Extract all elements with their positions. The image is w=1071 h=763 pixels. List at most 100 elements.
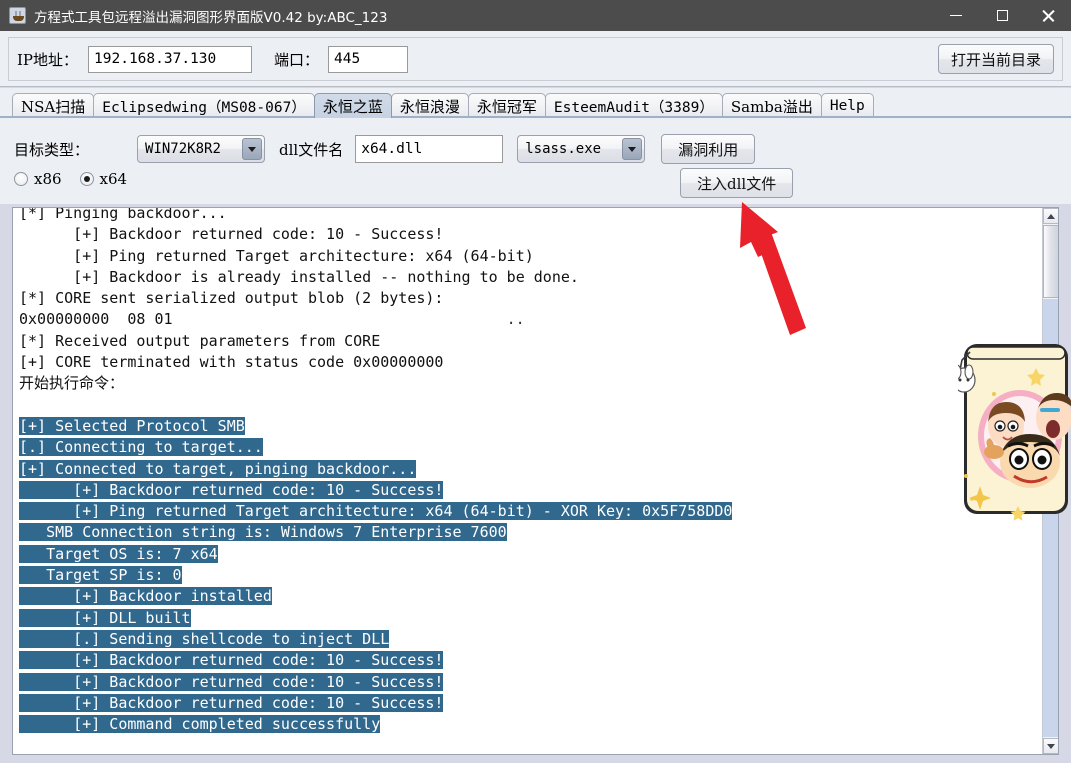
- ip-address-input[interactable]: [88, 45, 253, 73]
- console-line-text: [+] Backdoor is already installed -- not…: [19, 267, 579, 286]
- console-line-text: [*] CORE sent serialized output blob (2 …: [19, 289, 444, 308]
- console-line-text: [*] Pinging backdoor...: [19, 207, 227, 222]
- console-line-text: [.] Sending shellcode to inject DLL: [19, 629, 390, 648]
- target-process-value: lsass.exe: [525, 141, 602, 157]
- dll-filename-input[interactable]: [355, 135, 504, 163]
- exploit-options-panel: 目标类型： WIN72K8R2 dll文件名 lsass.exe 漏洞利用 x8…: [0, 118, 1071, 204]
- dll-filename-label: dll文件名: [279, 140, 344, 159]
- exploit-options-row-1: 目标类型： WIN72K8R2 dll文件名 lsass.exe 漏洞利用: [0, 134, 756, 164]
- radio-x86-label: x86: [34, 170, 62, 188]
- console-line: [+] Backdoor returned code: 10 - Success…: [19, 650, 1029, 671]
- console-line: [.] Connecting to target...: [19, 437, 1029, 458]
- tab-2[interactable]: Eclipsedwing（MS08-067）: [93, 93, 315, 118]
- console-line: [.] Sending shellcode to inject DLL: [19, 629, 1029, 650]
- scroll-down-button[interactable]: [1043, 738, 1058, 754]
- console-line-text: [+] Backdoor installed: [19, 587, 272, 606]
- console-line: [+] Backdoor returned code: 10 - Success…: [19, 693, 1029, 714]
- minimize-icon: [950, 14, 962, 17]
- java-coffee-cup-icon: [9, 7, 26, 24]
- console-line: [+] Ping returned Target architecture: x…: [19, 246, 1029, 267]
- connection-toolbar: IP地址： 端口： 打开当前目录: [0, 31, 1071, 87]
- target-process-select[interactable]: lsass.exe: [517, 135, 646, 163]
- port-input[interactable]: [328, 45, 409, 73]
- console-hex-ascii: ..: [506, 310, 525, 329]
- console-line-text: [.] Connecting to target...: [19, 438, 263, 457]
- title-bar: 方程式工具包远程溢出漏洞图形界面版V0.42 by:ABC_123: [0, 0, 1071, 31]
- console-line: [+] CORE terminated with status code 0x0…: [19, 352, 1029, 373]
- console-line-text: [+] Connected to target, pinging backdoo…: [19, 459, 417, 478]
- console-line-text: SMB Connection string is: Windows 7 Ente…: [19, 523, 507, 542]
- console-line-text: [+] CORE terminated with status code 0x0…: [19, 353, 444, 372]
- target-type-select[interactable]: WIN72K8R2: [137, 135, 266, 163]
- open-current-directory-button[interactable]: 打开当前目录: [937, 44, 1054, 74]
- console-line: 开始执行命令：: [19, 373, 1029, 394]
- console-line: [+] DLL built: [19, 608, 1029, 629]
- console-line-text: [+] Backdoor returned code: 10 - Success…: [19, 651, 444, 670]
- radio-option-x86[interactable]: x86: [14, 170, 62, 188]
- console-line: [+] Backdoor installed: [19, 586, 1029, 607]
- radio-x64-indicator[interactable]: [79, 172, 94, 186]
- scrollbar-thumb[interactable]: [1043, 225, 1058, 298]
- scroll-up-button[interactable]: [1043, 208, 1058, 224]
- console-line: [+] Backdoor returned code: 10 - Success…: [19, 672, 1029, 693]
- maximize-icon: [996, 10, 1008, 21]
- exploit-button[interactable]: 漏洞利用: [661, 134, 756, 164]
- console-line-text: [+] Backdoor returned code: 10 - Success…: [19, 693, 444, 712]
- ip-address-label: IP地址：: [17, 50, 79, 69]
- console-line: 0x00000000 08 01..: [19, 309, 1029, 330]
- tab-list: NSA扫描 Eclipsedwing（MS08-067） 永恒之蓝 永恒浪漫 永恒冠军 E…: [12, 92, 874, 118]
- tab-5[interactable]: 永恒冠军: [467, 93, 546, 118]
- console-line-text: [+] DLL built: [19, 608, 191, 627]
- minimize-button[interactable]: [933, 0, 979, 31]
- console-line: [*] CORE sent serialized output blob (2 …: [19, 288, 1029, 309]
- console-line-text: [+] Ping returned Target architecture: x…: [19, 246, 534, 265]
- radio-x86-indicator[interactable]: [14, 172, 28, 186]
- tab-4[interactable]: 永恒浪漫: [390, 93, 469, 118]
- tab-3[interactable]: 永恒之蓝: [313, 93, 392, 118]
- tab-1[interactable]: NSA扫描: [12, 93, 95, 118]
- console-line-text: Target SP is: 0: [19, 566, 182, 585]
- console-line-text: [+] Backdoor returned code: 10 - Success…: [19, 672, 444, 691]
- console-line-text: Target OS is: 7 x64: [19, 544, 218, 563]
- architecture-radio-group: x86 x64: [0, 170, 127, 188]
- radio-option-x64[interactable]: x64: [79, 170, 128, 188]
- console-line-text: [*] Received output parameters from CORE: [19, 331, 381, 350]
- console-line: Target SP is: 0: [19, 565, 1029, 586]
- port-label: 端口：: [274, 50, 320, 69]
- close-button[interactable]: [1025, 0, 1071, 31]
- console-line: [*] Received output parameters from CORE: [19, 331, 1029, 352]
- tab-7[interactable]: Samba溢出: [721, 93, 822, 118]
- target-type-label: 目标类型：: [14, 140, 90, 159]
- console-output-panel[interactable]: [*] Pinging backdoor... [+] Backdoor ret…: [12, 207, 1059, 755]
- console-line-text: 0x00000000 08 01: [19, 310, 173, 329]
- console-line-text: [+] Command completed successfully: [19, 715, 381, 734]
- chevron-down-icon[interactable]: [242, 138, 263, 160]
- target-type-value: WIN72K8R2: [145, 141, 221, 157]
- console-line: [+] Ping returned Target architecture: x…: [19, 501, 1029, 522]
- scrollbar-track[interactable]: [1043, 299, 1058, 737]
- tab-bar: NSA扫描 Eclipsedwing（MS08-067） 永恒之蓝 永恒浪漫 永恒冠军 E…: [0, 88, 1071, 118]
- console-line-text: [+] Selected Protocol SMB: [19, 416, 245, 435]
- window-controls: [933, 0, 1071, 31]
- console-vertical-scrollbar[interactable]: [1042, 208, 1058, 754]
- maximize-button[interactable]: [979, 0, 1025, 31]
- console-line: [+] Selected Protocol SMB: [19, 416, 1029, 437]
- connection-toolbar-inner: IP地址： 端口： 打开当前目录: [8, 37, 1063, 81]
- console-line: [+] Command completed successfully: [19, 714, 1029, 735]
- console-line: [+] Backdoor returned code: 10 - Success…: [19, 224, 1029, 245]
- tab-8[interactable]: Help: [820, 93, 874, 118]
- radio-x64-label: x64: [99, 170, 128, 188]
- tab-6[interactable]: EsteemAudit（3389）: [544, 93, 723, 118]
- console-line-text: [+] Backdoor returned code: 10 - Success…: [19, 480, 444, 499]
- close-icon: [1042, 9, 1055, 22]
- console-output-text: [*] Pinging backdoor... [+] Backdoor ret…: [19, 207, 1029, 735]
- console-line-text: 开始执行命令：: [19, 374, 125, 393]
- console-line: [+] Backdoor returned code: 10 - Success…: [19, 480, 1029, 501]
- inject-dll-button[interactable]: 注入dll文件: [680, 168, 794, 198]
- console-line: Target OS is: 7 x64: [19, 544, 1029, 565]
- window-title: 方程式工具包远程溢出漏洞图形界面版V0.42 by:ABC_123: [34, 9, 388, 26]
- console-line: [*] Pinging backdoor...: [19, 207, 1029, 224]
- chevron-down-icon[interactable]: [622, 138, 643, 160]
- application-window: 方程式工具包远程溢出漏洞图形界面版V0.42 by:ABC_123 IP地址： …: [0, 0, 1071, 763]
